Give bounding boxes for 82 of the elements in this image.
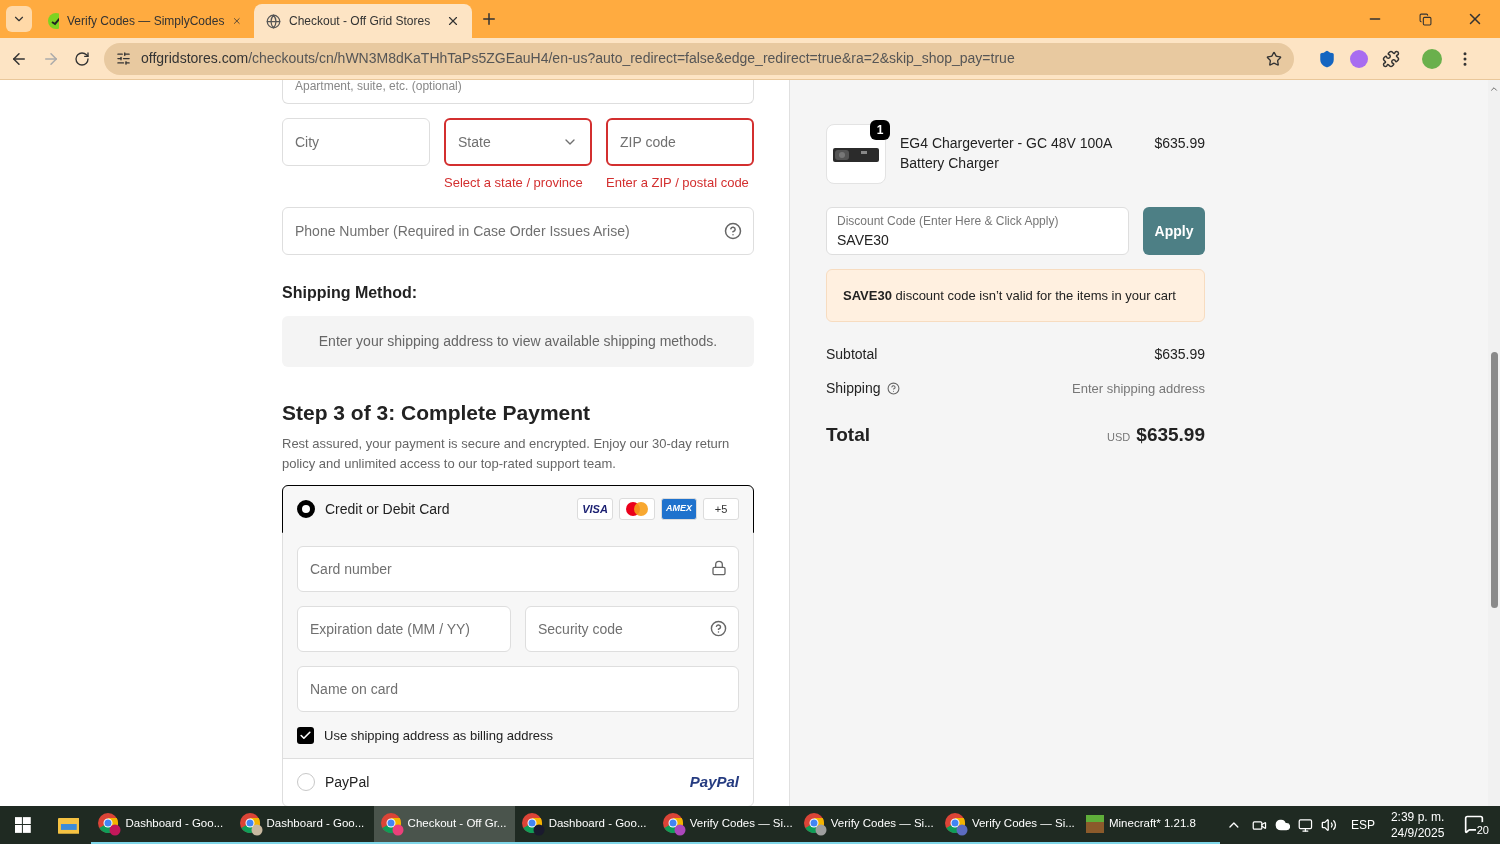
cloud-icon[interactable] [1274, 817, 1291, 833]
lock-icon [711, 560, 727, 576]
new-tab-icon[interactable] [480, 10, 498, 28]
error-message: Select a state / province [444, 174, 584, 192]
site-settings-icon[interactable] [116, 51, 131, 66]
chrome-icon [661, 812, 686, 836]
section-heading: Step 3 of 3: Complete Payment [282, 399, 592, 426]
help-icon[interactable] [886, 382, 900, 395]
language-indicator[interactable]: ESP [1350, 816, 1375, 834]
taskbar-app[interactable]: Verify Codes — Si... [937, 806, 1079, 844]
paypal-logo: PayPal [689, 771, 739, 792]
close-icon[interactable] [446, 14, 460, 28]
taskbar-app[interactable]: Dashboard - Goo... [91, 806, 233, 844]
clock-date: 24/9/2025 [1390, 825, 1445, 841]
scrollbar-thumb[interactable] [1490, 352, 1498, 608]
total-amount: $635.99 [1136, 423, 1205, 447]
extension-icon[interactable] [1350, 49, 1368, 68]
apartment-field[interactable]: Apartment, suite, etc. (optional) [282, 80, 754, 104]
taskbar-app[interactable]: Minecraft* 1.21.8 [1079, 806, 1221, 844]
text-field[interactable]: ZIP code [606, 118, 754, 166]
scroll-up-icon[interactable] [1489, 84, 1499, 94]
bookmark-star-icon[interactable] [1266, 50, 1282, 67]
taskbar-app[interactable]: Dashboard - Goo... [514, 806, 656, 844]
chrome-icon [520, 812, 545, 836]
summary-label: Subtotal [826, 345, 878, 364]
folder-icon[interactable] [57, 816, 80, 834]
scrollbar[interactable] [1488, 80, 1500, 806]
shield-icon[interactable] [1318, 49, 1336, 68]
phone-field[interactable]: Phone Number (Required in Case Order Issues Arise) [282, 206, 754, 255]
reload-icon[interactable] [74, 50, 90, 67]
grass-block-icon [1085, 814, 1105, 834]
discount-field[interactable]: Discount Code (Enter Here & Click Apply) SAVE30 [826, 207, 1129, 255]
currency-code: USD [1107, 430, 1131, 445]
radio-button[interactable] [297, 500, 315, 518]
puzzle-icon[interactable] [1382, 49, 1400, 68]
error-message: Enter a ZIP / postal code [606, 174, 750, 192]
payment-option[interactable]: Credit or Debit Card VISA AMEX +5 [282, 485, 754, 533]
checkbox[interactable] [297, 727, 314, 745]
address-bar[interactable]: offgridstores.com/checkouts/cn/hWN3M8dKaTHhTaPs5ZGEauH4/en-us?auto_redirect=false&edge_redirect=true&ra=2&skip_shop_pay=true [104, 42, 1294, 75]
browser-tab[interactable]: Verify Codes — SimplyCodes [36, 4, 254, 38]
mastercard-logo [619, 498, 655, 520]
total-label: Total [826, 423, 870, 447]
taskbar-app[interactable]: Checkout - Off Gr... [373, 806, 515, 844]
payment-option[interactable]: PayPal PayPal [283, 758, 753, 806]
quantity-badge: 1 [870, 120, 890, 140]
product-name: EG4 Chargeverter - GC 48V 100A Battery Charger [900, 134, 1113, 173]
help-icon[interactable] [724, 221, 742, 240]
chrome-icon [943, 812, 968, 836]
chrome-icon [379, 812, 404, 836]
amex-logo: AMEX [661, 498, 697, 520]
product-price: $635.99 [1154, 134, 1205, 153]
summary-value: Enter shipping address [1072, 379, 1205, 398]
summary-label: Shipping [826, 379, 881, 398]
restore-icon[interactable] [1419, 12, 1432, 26]
discount-alert: SAVE30 discount code isn’t valid for the items in your cart [826, 269, 1205, 322]
chrome-icon [802, 812, 827, 836]
card-field[interactable]: Card number [297, 546, 739, 592]
shipping-info-panel: Enter your shipping address to view available shipping methods. [282, 315, 754, 367]
summary-value: $635.99 [1154, 345, 1205, 364]
state-select[interactable]: State [444, 118, 592, 166]
tab-favicon-icon [48, 13, 59, 29]
chrome-icon [97, 812, 122, 836]
clock-time: 2:39 p. m. [1390, 809, 1445, 825]
windows-logo-icon[interactable] [15, 817, 31, 833]
help-icon[interactable] [710, 620, 727, 637]
network-icon[interactable] [1298, 817, 1314, 833]
browser-tab[interactable]: Checkout - Off Grid Stores [254, 4, 472, 38]
taskbar-app[interactable]: Verify Codes — Si... [796, 806, 938, 844]
volume-icon[interactable] [1321, 817, 1337, 833]
globe-icon [266, 13, 281, 29]
visa-logo: VISA [577, 498, 613, 520]
chrome-icon [238, 812, 263, 836]
apply-button[interactable]: Apply [1143, 207, 1205, 255]
checkbox-label: Use shipping address as billing address [324, 727, 554, 745]
taskbar-app[interactable]: Verify Codes — Si... [655, 806, 797, 844]
section-heading: Shipping Method: [282, 282, 419, 303]
card-field[interactable]: Name on card [297, 666, 739, 712]
more-brands-count: +5 [703, 498, 739, 520]
card-field[interactable]: Security code [525, 606, 739, 652]
card-field[interactable]: Expiration date (MM / YY) [297, 606, 511, 652]
payment-description: Rest assured, your payment is secure and encrypted. Enjoy our 30-day return policy and unlimited access to our top-rated support team. [282, 435, 731, 473]
taskbar-app[interactable]: Dashboard - Goo... [232, 806, 374, 844]
